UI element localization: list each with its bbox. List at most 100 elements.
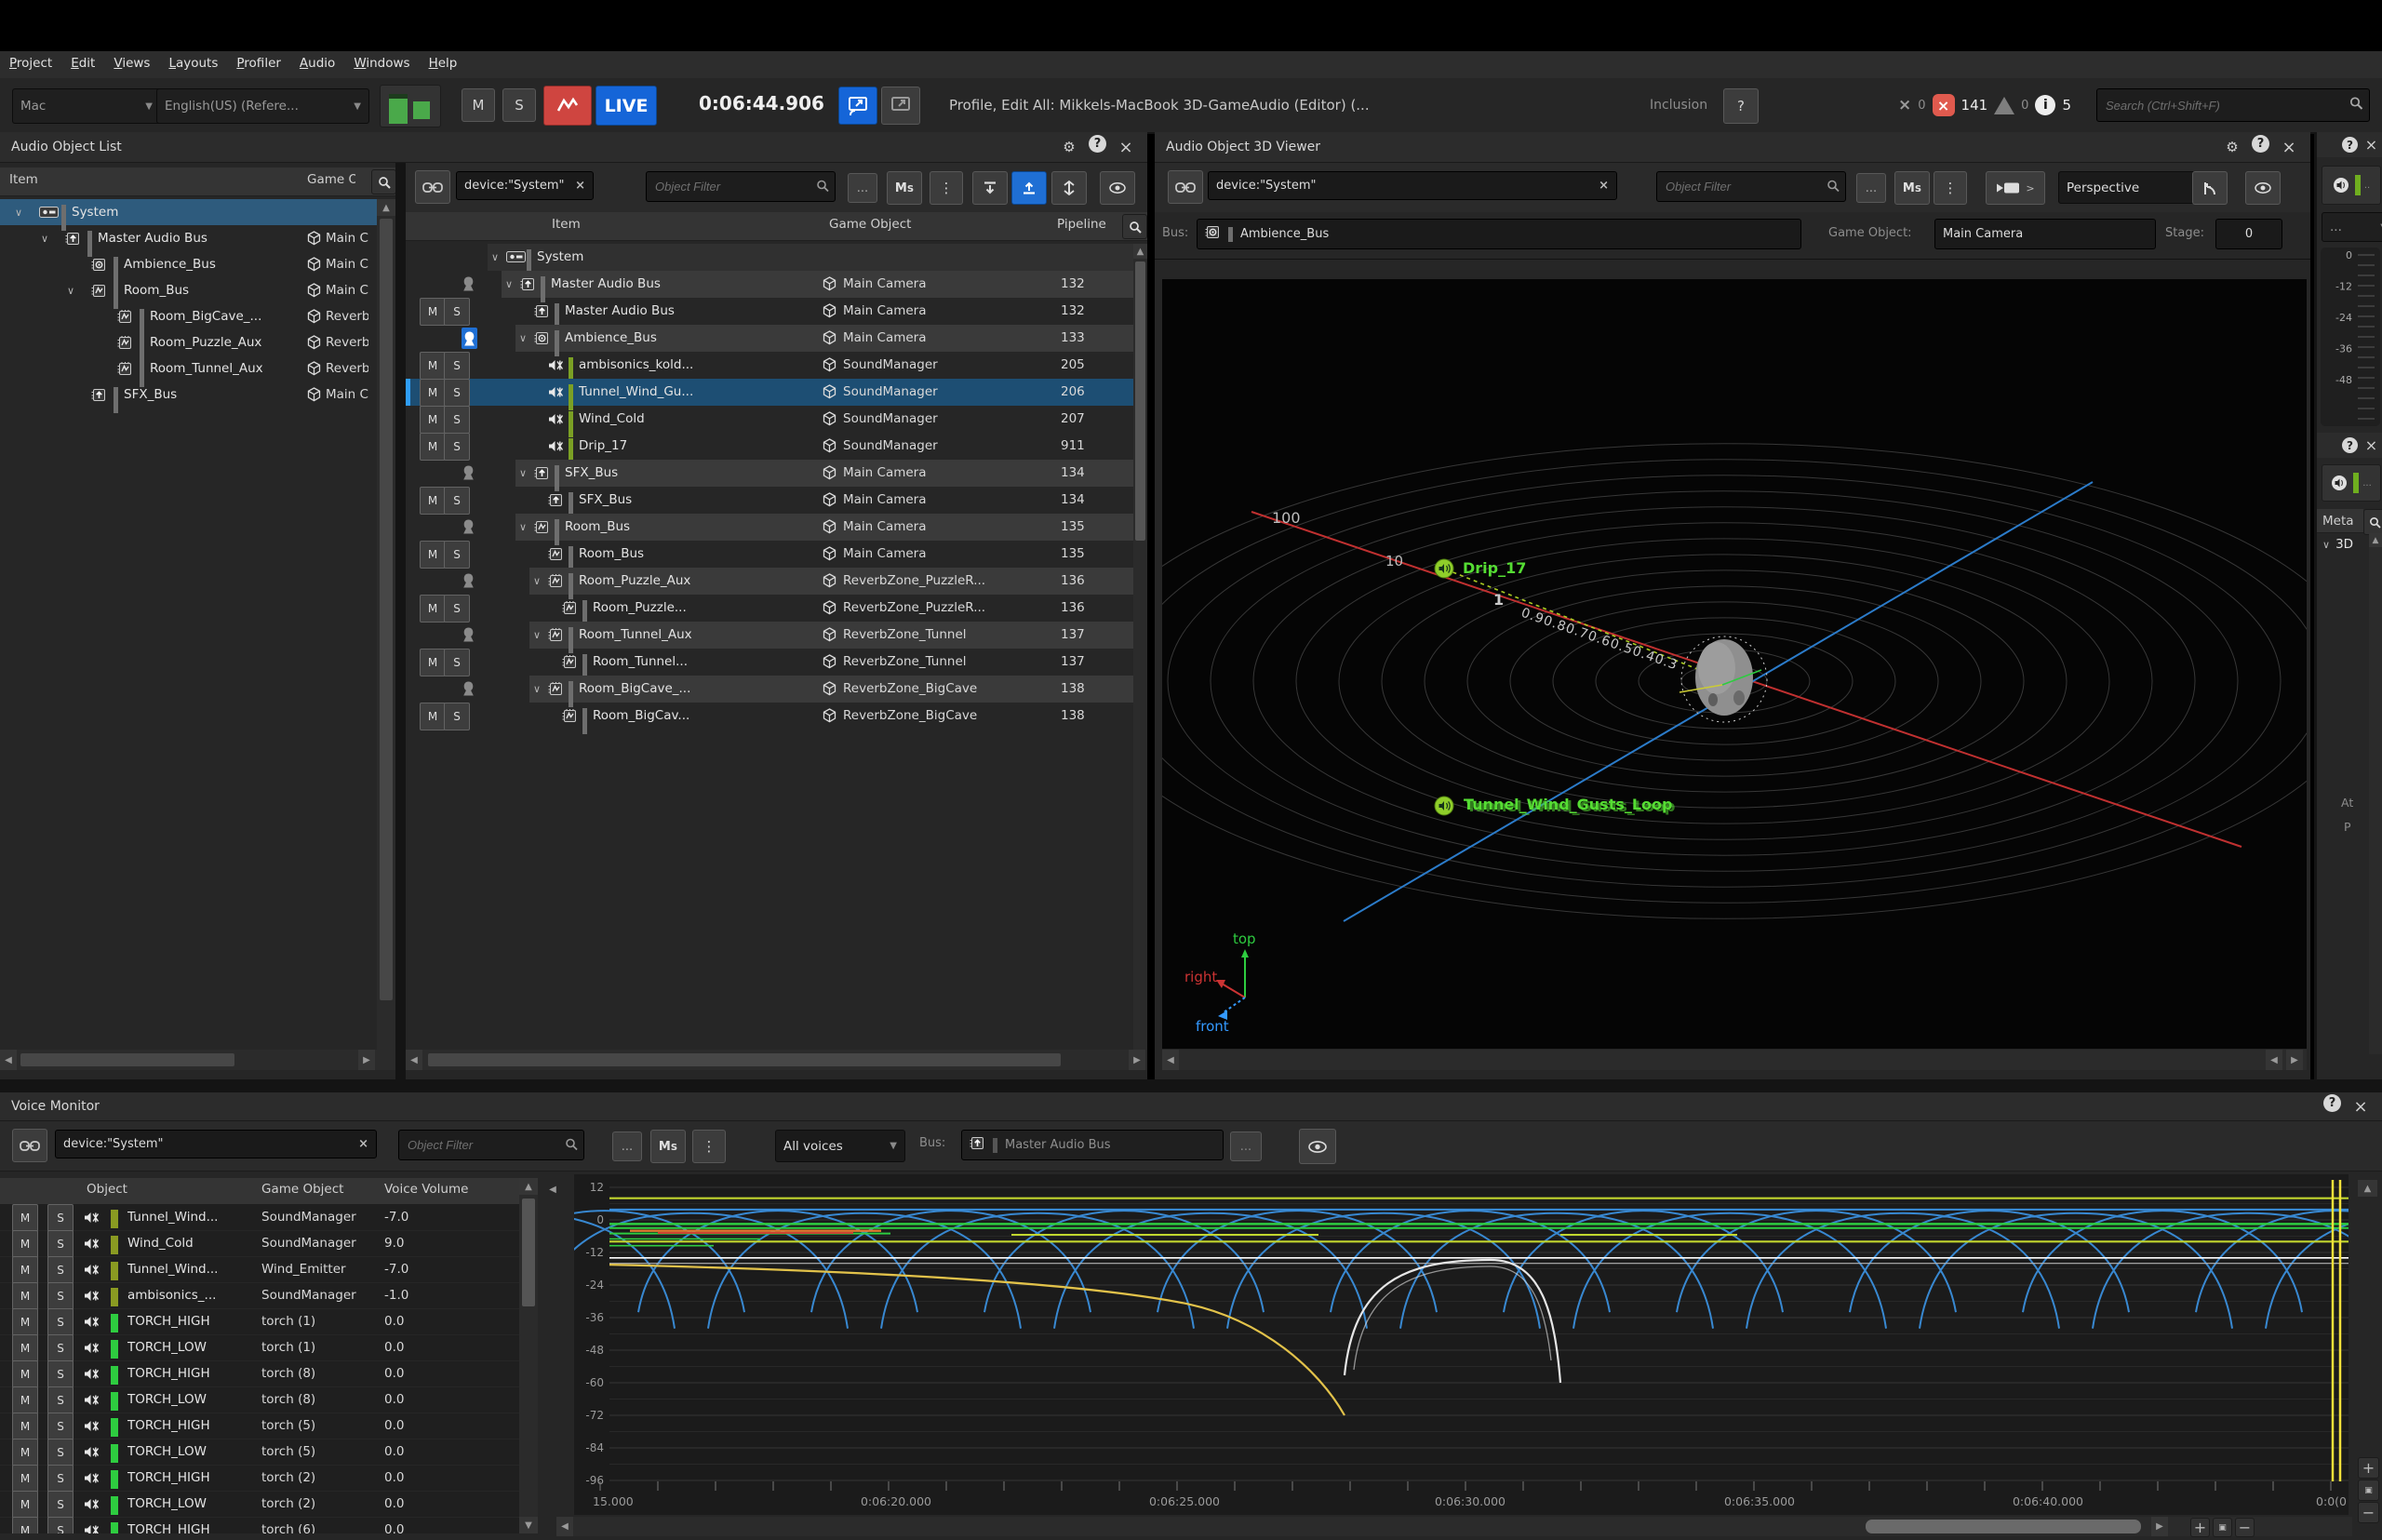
aol-left-hscrollbar[interactable]: ◀ ▶ [0,1050,395,1070]
voices-select[interactable]: All voices▼ [775,1130,905,1162]
mute-button[interactable]: M [12,1282,38,1310]
scroll-up-icon[interactable]: ▲ [2358,1180,2377,1197]
viewer3d-hscrollbar[interactable]: ◀ ◀ ▶ [1162,1050,2307,1070]
viewer3d-viewport[interactable]: 1001010.90.80.70.60.50.40.3 Drip_17 Tunn… [1162,279,2307,1049]
mute-button[interactable]: M [12,1491,38,1519]
menu-windows[interactable]: Windows [344,51,419,75]
inclusion-help-button[interactable]: ? [1723,88,1759,124]
expander-icon[interactable]: ∨ [519,460,532,486]
voice-row-TORCH_LOW[interactable]: MSTORCH_LOWtorch (2)0.0 [0,1491,519,1518]
column-item[interactable]: Item [552,217,581,232]
scroll-right-icon[interactable]: ▶ [2286,1050,2303,1070]
device-filter-chip[interactable]: device:"System"× [55,1130,377,1158]
profiler-row-Room_BigCave_...[interactable]: ∨Room_BigCave_... ReverbZone_BigCave138 [406,676,1133,703]
column-item[interactable]: Item [9,172,38,187]
expander-icon[interactable]: ∨ [505,271,518,297]
voice-row-ambisonics_...[interactable]: MSambisonics_...SoundManager-1.0 [0,1282,519,1309]
expander-icon[interactable]: ∨ [15,199,28,225]
panel-splitter[interactable] [395,163,406,1079]
column-object[interactable]: Object [87,1182,127,1197]
voice-graph[interactable]: 120-12-24-36-48-60-72-84-9615.0000:06:20… [574,1174,2349,1515]
profiler-row-Ambience_Bus[interactable]: ∨Ambience_Bus Main Camera133 [406,325,1133,352]
solo-button[interactable]: S [47,1230,74,1258]
scroll-left-icon[interactable]: ◀ [2266,1050,2282,1070]
solo-button[interactable]: S [47,1204,74,1232]
tree-row-Room_BigCave_...[interactable]: Room_BigCave_... Reverb [0,303,377,329]
expander-icon[interactable]: ∨ [533,622,546,648]
link-icon[interactable] [12,1129,47,1162]
aol-mid-hscrollbar[interactable]: ◀ ▶ [406,1050,1147,1070]
mute-button[interactable]: M [12,1413,38,1440]
mute-button[interactable]: M [12,1334,38,1362]
voice-row-TORCH_HIGH[interactable]: MSTORCH_HIGHtorch (2)0.0 [0,1465,519,1492]
zoom-in-icon[interactable]: + [2190,1518,2210,1537]
object-filter[interactable] [398,1130,584,1160]
menu-views[interactable]: Views [104,51,159,75]
mute-button[interactable]: M [420,406,446,434]
mute-button[interactable]: M [12,1465,38,1493]
solo-button[interactable]: S [47,1282,74,1310]
solo-button[interactable]: S [47,1386,74,1414]
reset-view-icon[interactable] [2192,171,2228,205]
close-icon[interactable]: × [2277,135,2301,159]
voice-table-vscrollbar[interactable]: ▲ ▼ [519,1178,538,1533]
help-icon[interactable]: ? [2342,137,2358,153]
link-icon[interactable] [1168,170,1203,204]
profiler-row-Drip_17[interactable]: MSDrip_17 SoundManager911 [406,433,1133,460]
menu-profiler[interactable]: Profiler [227,51,290,75]
tree-row-Room_Tunnel_Aux[interactable]: Room_Tunnel_Aux Reverb [0,355,377,382]
tree-row-Master Audio Bus[interactable]: ∨Master Audio Bus Main Camera [0,225,377,251]
meter-mode-select[interactable]: ...▼ [2322,212,2382,242]
close-icon[interactable]: × [2363,137,2379,153]
eye-icon[interactable] [1299,1129,1336,1164]
solo-button[interactable]: S [47,1360,74,1388]
voice-row-Wind_Cold[interactable]: MSWind_ColdSoundManager9.0 [0,1230,519,1257]
solo-button[interactable]: S [444,298,470,326]
search-icon[interactable] [2363,509,2382,535]
search-input[interactable] [2096,88,2370,122]
vzoom-fit-icon[interactable]: ▣ [2358,1480,2379,1501]
search-icon[interactable] [1122,214,1147,239]
filter-more-button[interactable]: ... [848,173,877,203]
zoom-out-icon[interactable]: − [2235,1518,2255,1537]
scroll-up-icon[interactable]: ▲ [519,1178,538,1195]
close-icon[interactable]: × [2363,437,2379,453]
scroll-left-icon[interactable]: ◀ [0,1050,17,1070]
mute-button[interactable]: M [420,487,446,515]
solo-button[interactable]: S [444,487,470,515]
expander-icon[interactable]: ∨ [41,225,54,251]
profiler-row-Master Audio Bus[interactable]: ∨Master Audio Bus Main Camera132 [406,271,1133,298]
solo-button[interactable]: S [444,595,470,623]
close-icon[interactable]: × [2349,1094,2373,1118]
profiler-row-SFX_Bus[interactable]: ∨SFX_Bus Main Camera134 [406,460,1133,487]
profiler-row-Room_Puzzle_Aux[interactable]: ∨Room_Puzzle_Aux ReverbZone_PuzzleR...13… [406,568,1133,595]
close-icon[interactable]: × [1114,135,1138,159]
mute-button[interactable]: M [12,1439,38,1466]
mute-button[interactable]: M [12,1204,38,1232]
global-search[interactable] [2096,88,2370,122]
profiler-row-Room_Bus[interactable]: MSRoom_Bus Main Camera135 [406,541,1133,568]
scroll-right-icon[interactable]: ▶ [358,1050,375,1070]
tree-row-SFX_Bus[interactable]: SFX_Bus Main Camera [0,382,377,408]
graph-hscrollbar[interactable]: ◀ ▶ + ▣ − [556,1517,2352,1536]
mute-button[interactable]: M [12,1230,38,1258]
emitter-label-tunnel[interactable]: Tunnel_Wind_Gusts_Loop [1464,796,1673,813]
tree-row-System[interactable]: ∨System [0,199,377,225]
mute-button[interactable]: M [12,1517,38,1533]
solo-button[interactable]: S [444,703,470,730]
voice-row-Tunnel_Wind...[interactable]: MSTunnel_Wind...SoundManager-7.0 [0,1204,519,1231]
expander-icon[interactable]: ∨ [519,325,532,351]
monitor-speaker-button[interactable]: .. [2322,166,2381,205]
expander-icon[interactable]: ∨ [67,277,80,303]
mute-button[interactable]: M [12,1360,38,1388]
view-mode-select[interactable]: Perspective [2058,171,2198,204]
tree-row-Room_Bus[interactable]: ∨Room_Bus Main Camera [0,277,377,303]
platform-select[interactable]: Mac▼ [12,88,161,124]
emitter-speaker-icon[interactable] [1435,797,1453,815]
column-game-object[interactable]: Game Object [829,217,911,232]
menu-layouts[interactable]: Layouts [159,51,227,75]
solo-button[interactable]: S [444,649,470,676]
scroll-up-icon[interactable]: ▲ [2369,533,2382,547]
solo-button[interactable]: S [444,433,470,461]
expander-icon[interactable]: ∨ [519,514,532,540]
